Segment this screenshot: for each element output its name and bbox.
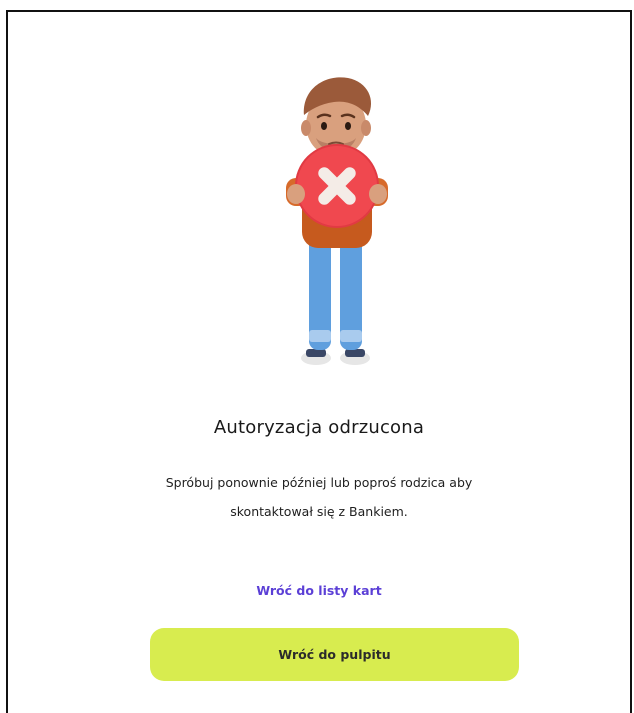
back-to-dashboard-button[interactable]: Wróć do pulpitu (150, 628, 519, 681)
rejected-person-with-x-sign-icon (286, 77, 388, 365)
description-line-1: Spróbuj ponownie później lub poproś rodz… (165, 475, 473, 490)
back-to-cards-link[interactable]: Wróć do listy kart (8, 583, 630, 598)
dialog-frame: Autoryzacja odrzucona Spróbuj ponownie p… (6, 10, 632, 713)
description-line-2: skontaktował się z Bankiem. (230, 504, 408, 519)
page-title: Autoryzacja odrzucona (213, 417, 425, 438)
status-description: Spróbuj ponownie później lub poproś rodz… (8, 468, 630, 526)
